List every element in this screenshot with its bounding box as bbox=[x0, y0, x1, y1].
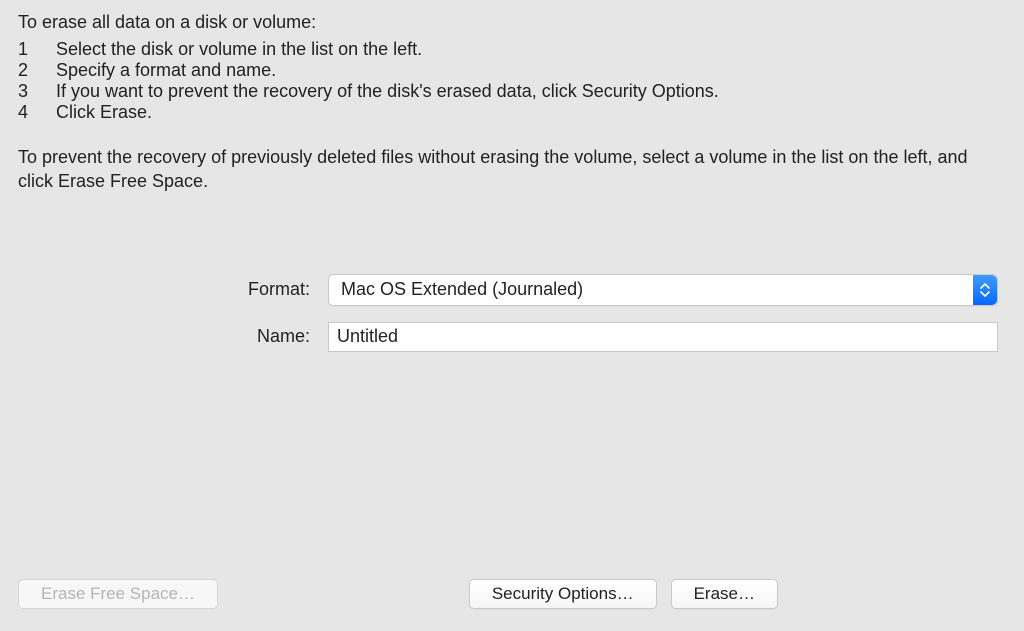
step-number: 1 bbox=[18, 39, 56, 60]
step-row: 3 If you want to prevent the recovery of… bbox=[18, 81, 1006, 102]
step-row: 4 Click Erase. bbox=[18, 102, 1006, 123]
step-text: Specify a format and name. bbox=[56, 60, 1006, 81]
format-label: Format: bbox=[18, 279, 328, 300]
format-popup-value: Mac OS Extended (Journaled) bbox=[341, 279, 583, 300]
note-text: To prevent the recovery of previously de… bbox=[18, 145, 1006, 194]
step-number: 4 bbox=[18, 102, 56, 123]
step-text: Click Erase. bbox=[56, 102, 1006, 123]
step-text: Select the disk or volume in the list on… bbox=[56, 39, 1006, 60]
step-row: 2 Specify a format and name. bbox=[18, 60, 1006, 81]
chevrons-updown-icon bbox=[973, 275, 997, 305]
format-popup[interactable]: Mac OS Extended (Journaled) bbox=[328, 274, 998, 306]
steps-list: 1 Select the disk or volume in the list … bbox=[18, 39, 1006, 123]
name-label: Name: bbox=[18, 326, 328, 347]
intro-text: To erase all data on a disk or volume: bbox=[18, 12, 1006, 33]
security-options-button[interactable]: Security Options… bbox=[469, 579, 657, 609]
name-input[interactable] bbox=[328, 322, 998, 352]
erase-free-space-button: Erase Free Space… bbox=[18, 579, 218, 609]
step-number: 2 bbox=[18, 60, 56, 81]
erase-button[interactable]: Erase… bbox=[671, 579, 778, 609]
step-row: 1 Select the disk or volume in the list … bbox=[18, 39, 1006, 60]
button-bar: Erase Free Space… Security Options… Eras… bbox=[0, 579, 1024, 609]
step-text: If you want to prevent the recovery of t… bbox=[56, 81, 1006, 102]
step-number: 3 bbox=[18, 81, 56, 102]
